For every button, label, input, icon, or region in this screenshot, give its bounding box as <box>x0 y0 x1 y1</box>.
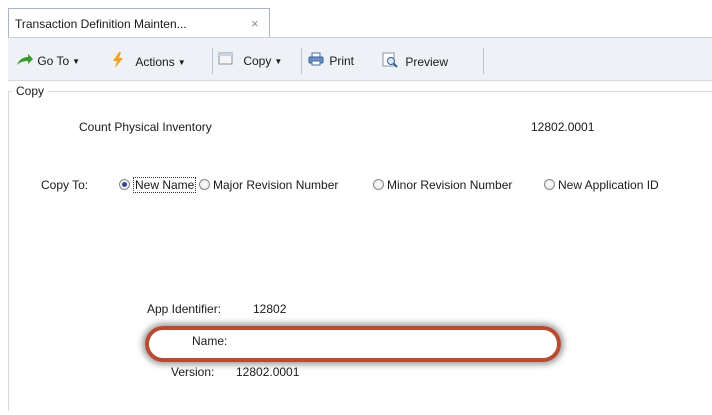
group-border-top <box>8 91 712 92</box>
chevron-down-icon: ▼ <box>72 56 81 66</box>
chevron-down-icon: ▼ <box>274 56 283 66</box>
preview-magnifier-icon <box>382 52 398 73</box>
print-button[interactable]: Print <box>308 52 354 70</box>
goto-button[interactable]: Go To ▼ <box>16 52 80 70</box>
goto-label: Go To <box>37 54 70 68</box>
radio-label: New Name <box>133 177 197 193</box>
tab-title: Transaction Definition Mainten... <box>15 17 187 31</box>
toolbar-separator <box>483 48 484 74</box>
preview-label: Preview <box>405 54 449 69</box>
actions-lightning-icon <box>112 52 124 73</box>
radio-unselected-icon <box>199 179 210 191</box>
radio-major-revision[interactable]: Major Revision Number <box>199 177 338 193</box>
tab-transaction-definition[interactable]: Transaction Definition Mainten... × <box>8 8 270 37</box>
radio-label: Minor Revision Number <box>387 178 513 192</box>
printer-icon <box>308 52 324 71</box>
group-border-left <box>8 91 9 411</box>
actions-button[interactable]: Actions ▼ <box>112 52 186 70</box>
version-value: 12802.0001 <box>236 365 300 379</box>
app-identifier-value: 12802 <box>253 302 287 316</box>
close-icon[interactable]: × <box>251 16 259 31</box>
radio-selected-icon <box>119 179 130 191</box>
name-label: Name: <box>192 334 228 348</box>
actions-label: Actions <box>135 54 175 69</box>
copy-document-icon <box>218 52 234 71</box>
radio-new-application-id[interactable]: New Application ID <box>544 177 659 193</box>
copy-button[interactable]: Copy ▼ <box>218 52 282 70</box>
source-version: 12802.0001 <box>531 120 595 134</box>
radio-new-name[interactable]: New Name <box>119 177 197 193</box>
copy-to-label: Copy To: <box>41 178 89 192</box>
chevron-down-icon: ▼ <box>177 57 186 67</box>
document-tab-strip: Transaction Definition Mainten... × <box>0 0 712 38</box>
source-transaction-name: Count Physical Inventory <box>79 120 212 134</box>
radio-minor-revision[interactable]: Minor Revision Number <box>373 177 512 193</box>
preview-button[interactable]: Preview <box>382 52 448 70</box>
goto-arrow-icon <box>16 53 34 71</box>
toolbar-separator <box>212 48 213 74</box>
version-label: Version: <box>171 365 215 379</box>
toolbar: Go To ▼ Actions ▼ Copy ▼ Print Preview <box>8 37 712 81</box>
copy-group: Copy Count Physical Inventory 12802.0001… <box>8 81 712 415</box>
print-label: Print <box>329 54 355 68</box>
app-identifier-label: App Identifier: <box>147 302 222 316</box>
toolbar-separator <box>301 48 302 74</box>
radio-unselected-icon <box>373 179 384 191</box>
group-legend: Copy <box>12 84 49 98</box>
copy-label: Copy <box>243 54 272 68</box>
radio-label: Major Revision Number <box>213 178 339 192</box>
radio-unselected-icon <box>544 179 555 191</box>
radio-label: New Application ID <box>558 178 659 192</box>
